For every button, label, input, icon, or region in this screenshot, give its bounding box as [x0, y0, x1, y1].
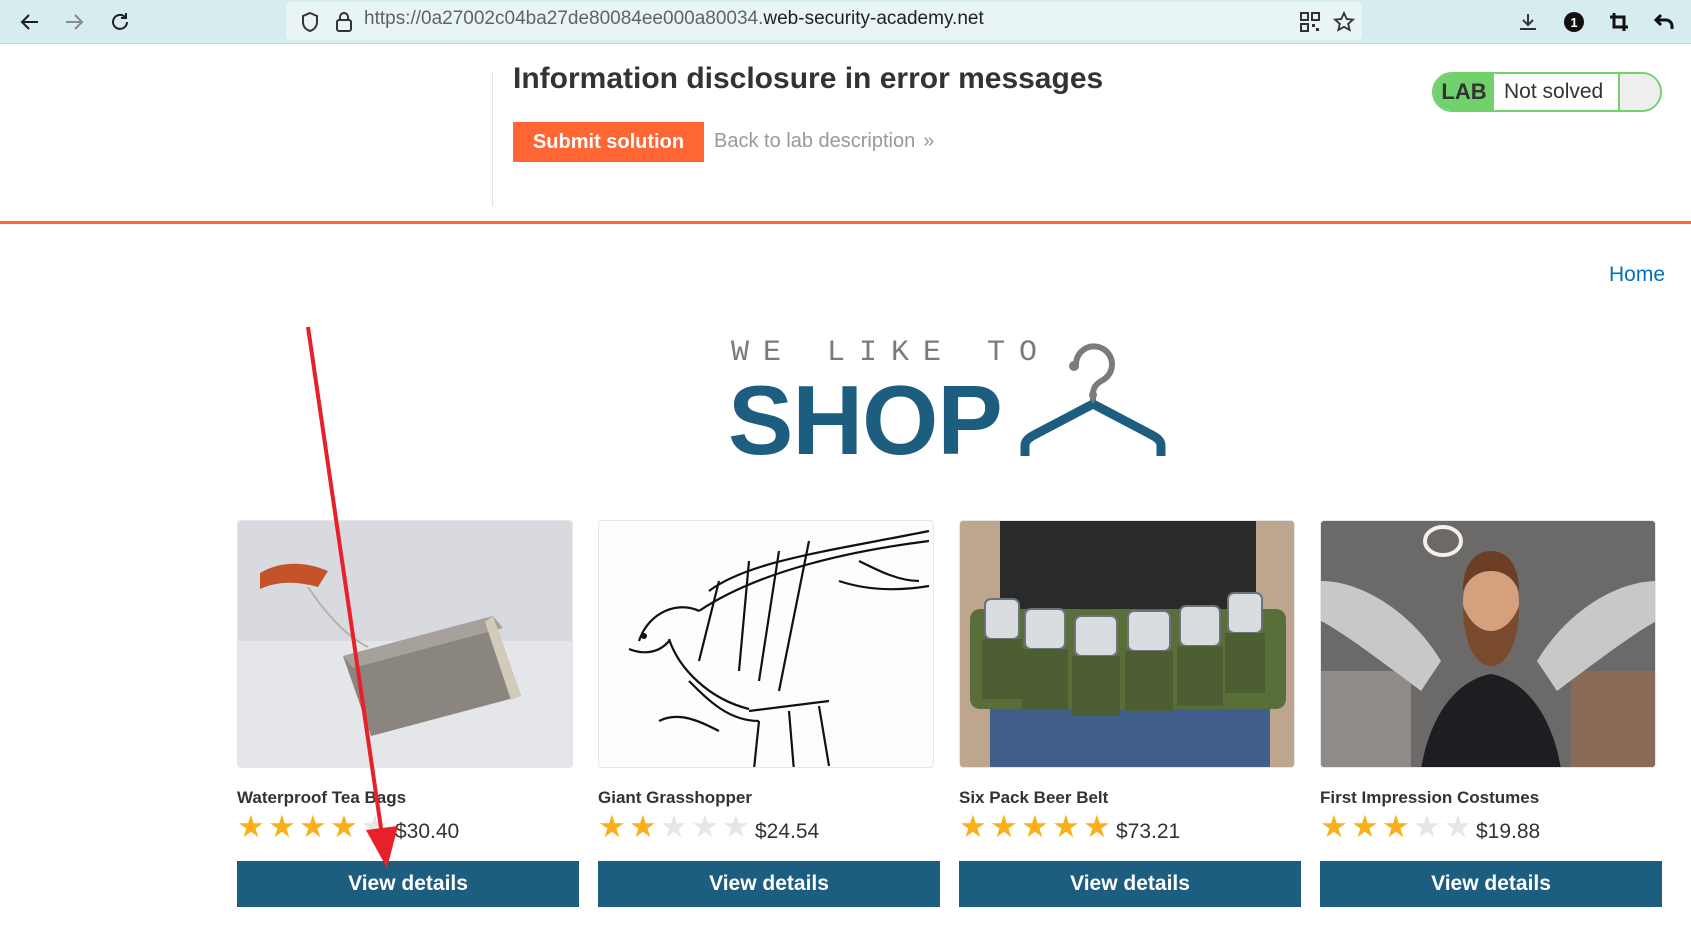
filled-star-icon: ★ [237, 809, 265, 844]
back-link-label: Back to lab description [714, 130, 916, 152]
product-image[interactable] [598, 520, 934, 768]
product-price: $30.40 [395, 820, 460, 843]
header-divider [492, 72, 493, 206]
browser-toolbar: https://0a27002c04ba27de80084ee000a80034… [0, 0, 1691, 44]
forward-arrow-icon[interactable] [58, 6, 90, 38]
product-name: Six Pack Beer Belt [959, 788, 1109, 807]
product-price: $73.21 [1116, 820, 1181, 843]
svg-text:1: 1 [1570, 15, 1577, 30]
download-icon[interactable] [1512, 6, 1544, 38]
filled-star-icon: ★ [598, 809, 626, 844]
filled-star-icon: ★ [1382, 809, 1410, 844]
product-image[interactable] [1320, 520, 1656, 768]
home-link[interactable]: Home [1609, 263, 1665, 287]
view-details-button[interactable]: View details [237, 861, 579, 907]
lab-status-flag [1618, 74, 1660, 110]
product-price: $24.54 [755, 820, 820, 843]
lock-icon[interactable] [328, 6, 360, 38]
star-rating: ★ ★ ★ ★ ★ [598, 809, 753, 844]
back-arrow-icon[interactable] [14, 6, 46, 38]
filled-star-icon: ★ [330, 809, 358, 844]
filled-star-icon: ★ [990, 809, 1018, 844]
lab-status-widget: LAB Not solved [1432, 72, 1662, 112]
filled-star-icon: ★ [1320, 809, 1348, 844]
view-details-button[interactable]: View details [959, 861, 1301, 907]
product-name: Waterproof Tea Bags [237, 788, 407, 807]
lab-badge: LAB [1434, 74, 1494, 110]
qr-code-icon[interactable] [1294, 6, 1326, 38]
product-name: Giant Grasshopper [598, 788, 752, 807]
filled-star-icon: ★ [1052, 809, 1080, 844]
url-text[interactable]: https://0a27002c04ba27de80084ee000a80034… [364, 8, 984, 30]
view-details-button[interactable]: View details [598, 861, 940, 907]
filled-star-icon: ★ [299, 809, 327, 844]
filled-star-icon: ★ [1021, 809, 1049, 844]
hanger-logo-icon [1020, 343, 1166, 456]
filled-star-icon: ★ [1351, 809, 1379, 844]
filled-star-icon: ★ [1083, 809, 1111, 844]
crop-icon[interactable] [1603, 6, 1635, 38]
product-name: First Impression Costumes [1320, 788, 1540, 807]
filled-star-icon: ★ [629, 809, 657, 844]
empty-star-icon: ★ [1444, 809, 1472, 844]
double-chevron-icon: » [923, 130, 934, 152]
empty-star-icon: ★ [361, 809, 389, 844]
star-rating: ★ ★ ★ ★ ★ [237, 809, 392, 844]
star-rating: ★ ★ ★ ★ ★ [959, 809, 1114, 844]
logo-shop-text: SHOP [728, 365, 1003, 475]
empty-star-icon: ★ [722, 809, 750, 844]
url-prefix: https://0a27002c04ba27de80084ee000a80034… [364, 8, 764, 29]
star-rating: ★ ★ ★ ★ ★ [1320, 809, 1475, 844]
submit-solution-button[interactable]: Submit solution [513, 122, 704, 162]
empty-star-icon: ★ [691, 809, 719, 844]
undo-arrow-icon[interactable] [1648, 6, 1680, 38]
lab-status-text: Not solved [1494, 74, 1618, 110]
reload-icon[interactable] [104, 6, 136, 38]
lab-header: Information disclosure in error messages… [0, 44, 1691, 224]
back-to-lab-description-link[interactable]: Back to lab description » [714, 130, 934, 153]
extension-badge-icon[interactable]: 1 [1558, 6, 1590, 38]
filled-star-icon: ★ [959, 809, 987, 844]
lab-title: Information disclosure in error messages [513, 62, 1104, 95]
empty-star-icon: ★ [1413, 809, 1441, 844]
empty-star-icon: ★ [660, 809, 688, 844]
filled-star-icon: ★ [268, 809, 296, 844]
product-image[interactable] [959, 520, 1295, 768]
shield-icon[interactable] [294, 6, 326, 38]
bookmark-star-icon[interactable] [1328, 6, 1360, 38]
product-image[interactable] [237, 520, 573, 768]
url-host: web-security-academy.net [763, 8, 984, 29]
product-price: $19.88 [1476, 820, 1541, 843]
view-details-button[interactable]: View details [1320, 861, 1662, 907]
